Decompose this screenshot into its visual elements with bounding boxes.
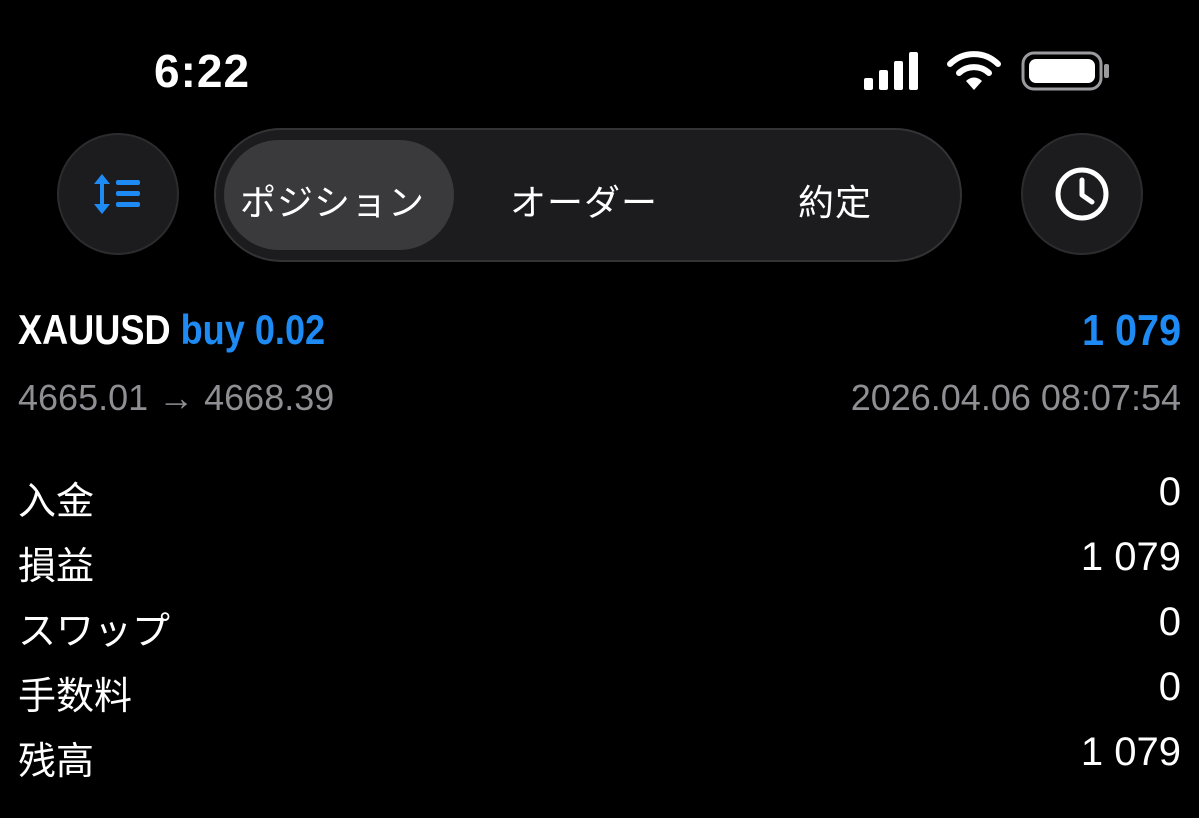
status-time: 6:22 <box>154 45 251 97</box>
summary-row-deposit: 入金 0 <box>18 470 1181 523</box>
tab-orders[interactable]: オーダー <box>510 174 658 226</box>
summary-label: 損益 <box>18 544 95 588</box>
summary-label: スワップ <box>18 609 171 653</box>
sort-button[interactable] <box>57 133 179 255</box>
tab-segmented-control: ポジション オーダー 約定 <box>214 128 962 262</box>
position-symbol: XAUUSD <box>18 306 171 353</box>
position-header[interactable]: XAUUSD buy 0.02 <box>18 306 325 354</box>
summary-row-balance: 残高 1 079 <box>18 730 1181 783</box>
summary-value: 1 079 <box>1080 730 1181 774</box>
position-prices: 4665.01 → 4668.39 <box>18 377 335 418</box>
summary-label: 残高 <box>18 739 95 783</box>
summary-row-profit: 損益 1 079 <box>18 535 1181 588</box>
summary-value: 0 <box>1158 600 1181 644</box>
position-time: 2026.04.06 08:07:54 <box>850 377 1181 418</box>
battery-icon <box>1021 51 1109 91</box>
summary-value: 0 <box>1158 470 1181 514</box>
clock-icon <box>1055 167 1109 221</box>
summary-row-swap: スワップ 0 <box>18 600 1181 653</box>
summary-row-commission: 手数料 0 <box>18 665 1181 718</box>
tab-deals[interactable]: 約定 <box>798 174 872 226</box>
summary-value: 1 079 <box>1080 535 1181 579</box>
history-button[interactable] <box>1021 133 1143 255</box>
summary-value: 0 <box>1158 665 1181 709</box>
trade-screen: 6:22 ポジション オーダー 約定 XAUUSD buy 0.02 1 079… <box>0 0 1199 818</box>
summary-label: 入金 <box>18 479 95 523</box>
position-profit: 1 079 <box>1081 306 1181 355</box>
sort-list-icon <box>94 174 140 214</box>
tab-positions[interactable]: ポジション <box>240 174 425 226</box>
position-side-volume: buy 0.02 <box>180 306 326 353</box>
status-icons <box>862 50 1112 94</box>
signal-icon <box>864 52 918 90</box>
summary-label: 手数料 <box>18 674 133 718</box>
wifi-icon <box>947 51 1001 90</box>
